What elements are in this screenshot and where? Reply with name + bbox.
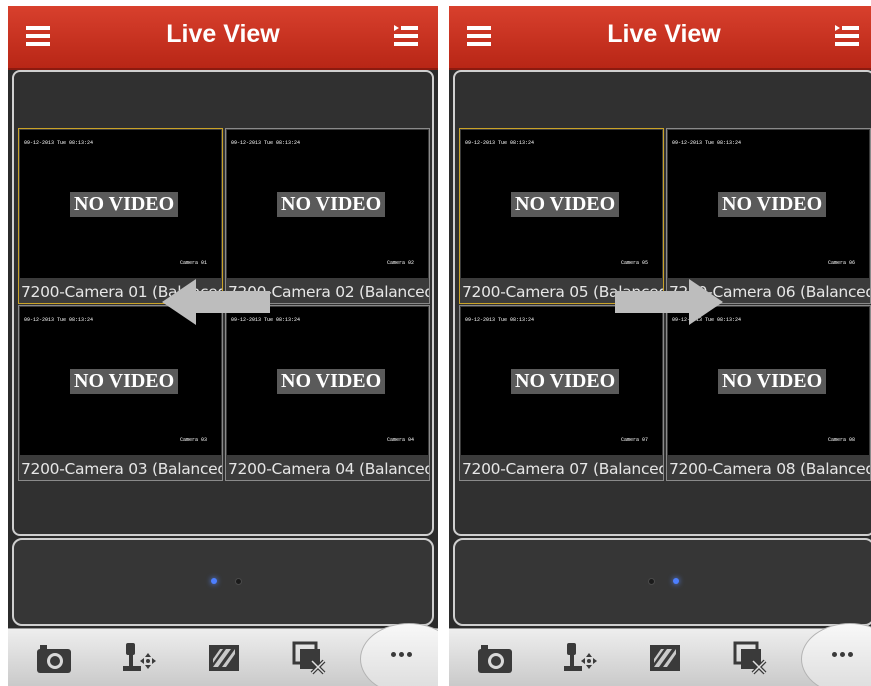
camera-overlay-label: Camera 04 bbox=[386, 437, 414, 443]
more-icon[interactable] bbox=[360, 623, 438, 686]
video-area: 09-12-2013 Tue 08:13:24 NO VIDEO Camera … bbox=[461, 130, 662, 278]
page-indicator-panel[interactable] bbox=[453, 538, 871, 626]
live-view-grid: 09-12-2013 Tue 08:13:24 NO VIDEO Camera … bbox=[12, 70, 434, 536]
video-timestamp: 09-12-2013 Tue 08:13:24 bbox=[24, 140, 94, 146]
camera-caption: 7200-Camera 03 (Balanced) bbox=[21, 460, 222, 478]
camera-overlay-label: Camera 02 bbox=[386, 260, 414, 266]
swipe-left-arrow bbox=[162, 279, 270, 325]
video-timestamp: 09-12-2013 Tue 08:13:24 bbox=[231, 140, 301, 146]
camera-tile[interactable]: 09-12-2013 Tue 08:13:24 NO VIDEO Camera … bbox=[225, 305, 430, 481]
no-video-label: NO VIDEO bbox=[718, 192, 827, 217]
camera-tile[interactable]: 09-12-2013 Tue 08:13:24 NO VIDEO Camera … bbox=[666, 128, 871, 304]
camera-overlay-label: Camera 07 bbox=[620, 437, 648, 443]
camera-overlay-label: Camera 08 bbox=[827, 437, 855, 443]
video-timestamp: 09-12-2013 Tue 08:13:24 bbox=[672, 140, 742, 146]
page-title: Live View bbox=[166, 20, 280, 48]
close-all-icon[interactable] bbox=[290, 639, 330, 677]
page-dot-active bbox=[211, 578, 217, 584]
camera-overlay-label: Camera 03 bbox=[179, 437, 207, 443]
video-area: 09-12-2013 Tue 08:13:24 NO VIDEO Camera … bbox=[461, 307, 662, 455]
camera-caption: 7200-Camera 04 (Balanced) bbox=[228, 460, 429, 478]
close-all-icon[interactable] bbox=[731, 639, 771, 677]
page-title: Live View bbox=[607, 20, 721, 48]
more-icon[interactable] bbox=[801, 623, 871, 686]
page-indicator-panel[interactable] bbox=[12, 538, 434, 626]
camera-overlay-label: Camera 01 bbox=[179, 260, 207, 266]
video-area: 09-12-2013 Tue 08:13:24 NO VIDEO Camera … bbox=[20, 307, 221, 455]
camera-icon[interactable] bbox=[34, 639, 74, 677]
no-video-label: NO VIDEO bbox=[70, 192, 179, 217]
camera-tile[interactable]: 09-12-2013 Tue 08:13:24 NO VIDEO Camera … bbox=[666, 305, 871, 481]
video-area: 09-12-2013 Tue 08:13:24 NO VIDEO Camera … bbox=[668, 130, 869, 278]
title-bar: Live View bbox=[449, 6, 871, 70]
no-video-label: NO VIDEO bbox=[511, 192, 620, 217]
camera-tile[interactable]: 09-12-2013 Tue 08:13:24 NO VIDEO Camera … bbox=[459, 305, 664, 481]
live-view-screen-1: Live View 09-12-2013 Tue 08:13:24 NO VID… bbox=[8, 6, 438, 686]
no-video-label: NO VIDEO bbox=[718, 369, 827, 394]
image-quality-icon[interactable] bbox=[204, 639, 244, 677]
video-timestamp: 09-12-2013 Tue 08:13:24 bbox=[24, 317, 94, 323]
no-video-label: NO VIDEO bbox=[277, 369, 386, 394]
video-timestamp: 09-12-2013 Tue 08:13:24 bbox=[465, 317, 535, 323]
camera-icon[interactable] bbox=[475, 639, 515, 677]
video-area: 09-12-2013 Tue 08:13:24 NO VIDEO Camera … bbox=[227, 307, 428, 455]
page-dot bbox=[648, 578, 655, 585]
page-dot bbox=[235, 578, 242, 585]
live-view-grid: 09-12-2013 Tue 08:13:24 NO VIDEO Camera … bbox=[453, 70, 871, 536]
camera-tile[interactable]: 09-12-2013 Tue 08:13:24 NO VIDEO Camera … bbox=[459, 128, 664, 304]
page-dot-active bbox=[673, 578, 679, 584]
ptz-icon[interactable] bbox=[561, 639, 601, 677]
video-area: 09-12-2013 Tue 08:13:24 NO VIDEO Camera … bbox=[20, 130, 221, 278]
ptz-icon[interactable] bbox=[120, 639, 160, 677]
camera-caption: 7200-Camera 07 (Balanced) bbox=[462, 460, 663, 478]
image-quality-icon[interactable] bbox=[645, 639, 685, 677]
video-area: 09-12-2013 Tue 08:13:24 NO VIDEO Camera … bbox=[227, 130, 428, 278]
video-timestamp: 09-12-2013 Tue 08:13:24 bbox=[465, 140, 535, 146]
device-list-icon[interactable] bbox=[394, 25, 418, 47]
camera-tile[interactable]: 09-12-2013 Tue 08:13:24 NO VIDEO Camera … bbox=[18, 305, 223, 481]
no-video-label: NO VIDEO bbox=[511, 369, 620, 394]
bottom-toolbar bbox=[8, 623, 438, 686]
title-bar: Live View bbox=[8, 6, 438, 70]
camera-overlay-label: Camera 06 bbox=[827, 260, 855, 266]
camera-tile[interactable]: 09-12-2013 Tue 08:13:24 NO VIDEO Camera … bbox=[225, 128, 430, 304]
camera-tile[interactable]: 09-12-2013 Tue 08:13:24 NO VIDEO Camera … bbox=[18, 128, 223, 304]
device-list-icon[interactable] bbox=[835, 25, 859, 47]
camera-caption: 7200-Camera 08 (Balanced) bbox=[669, 460, 870, 478]
no-video-label: NO VIDEO bbox=[277, 192, 386, 217]
video-area: 09-12-2013 Tue 08:13:24 NO VIDEO Camera … bbox=[668, 307, 869, 455]
live-view-screen-2: Live View 09-12-2013 Tue 08:13:24 NO VID… bbox=[449, 6, 871, 686]
camera-overlay-label: Camera 05 bbox=[620, 260, 648, 266]
swipe-right-arrow bbox=[615, 279, 723, 325]
no-video-label: NO VIDEO bbox=[70, 369, 179, 394]
bottom-toolbar bbox=[449, 623, 871, 686]
